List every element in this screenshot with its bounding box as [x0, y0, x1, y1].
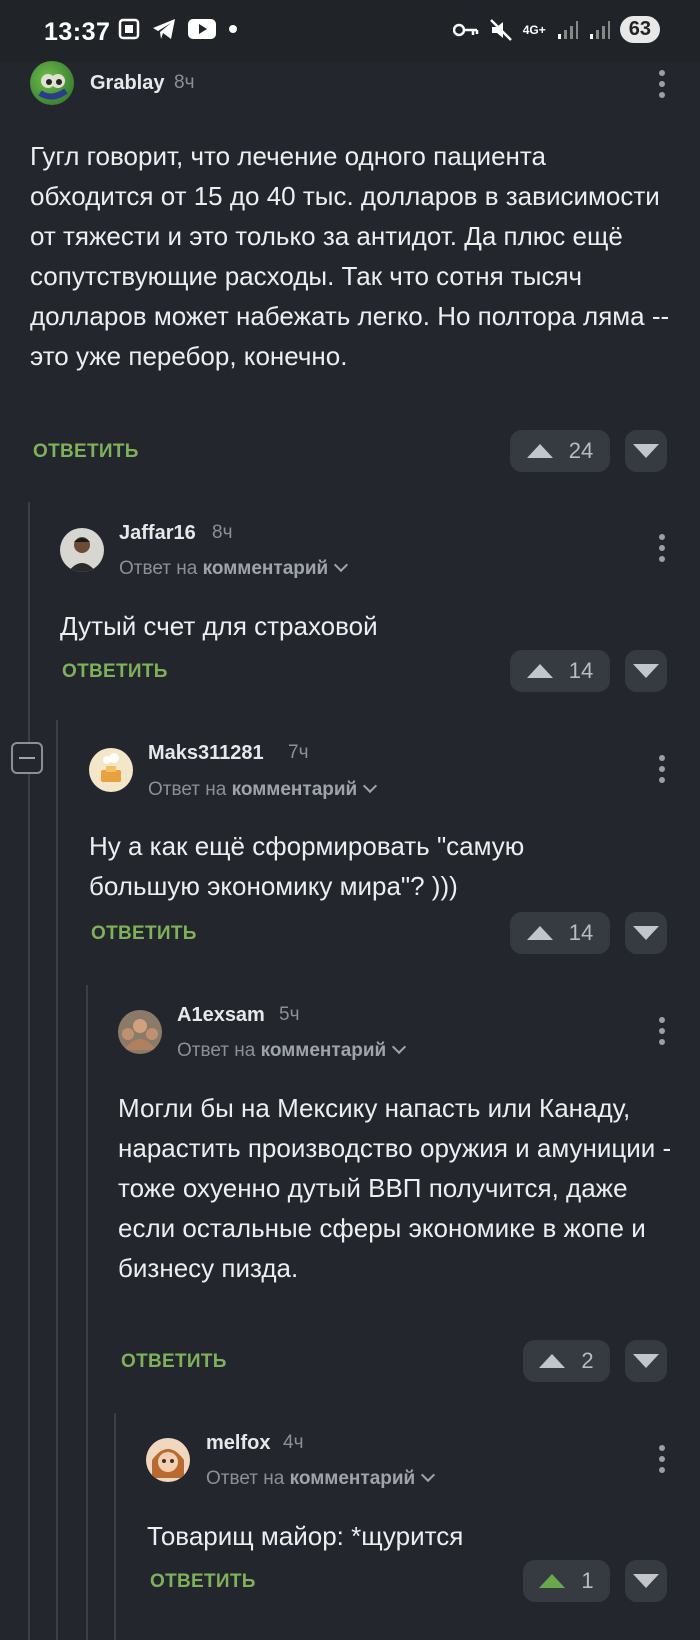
more-options-icon[interactable]	[658, 1445, 666, 1473]
reply-to-target: комментарий	[260, 1040, 387, 1061]
downvote-button[interactable]	[625, 650, 667, 692]
username[interactable]: melfox	[206, 1432, 270, 1455]
comment-text: Ну а как ещё сформировать "самую большую…	[89, 831, 525, 901]
reply-to-target: комментарий	[202, 558, 329, 579]
downvote-icon	[633, 444, 659, 458]
chevron-down-icon	[363, 778, 378, 794]
upvote-icon	[539, 1354, 566, 1368]
username[interactable]: Maks311281	[148, 742, 264, 765]
avatar[interactable]	[60, 528, 104, 572]
chevron-down-icon	[421, 1467, 436, 1483]
status-time: 13:37	[44, 18, 111, 46]
comment-text: Гугл говорит, что лечение одного пациент…	[30, 141, 670, 371]
youtube-icon	[188, 19, 216, 39]
upvote-button[interactable]: 14	[510, 912, 610, 954]
downvote-icon	[633, 1354, 659, 1368]
chevron-down-icon	[392, 1039, 407, 1055]
username[interactable]: A1exsam	[177, 1004, 265, 1027]
avatar[interactable]	[146, 1438, 190, 1482]
upvote-button[interactable]: 24	[510, 430, 610, 472]
avatar[interactable]	[30, 61, 74, 105]
downvote-icon	[633, 926, 659, 940]
reply-button[interactable]: ОТВЕТИТЬ	[121, 1351, 227, 1373]
avatar[interactable]	[118, 1010, 162, 1054]
reply-to-link[interactable]: Ответ на комментарий	[177, 1039, 407, 1062]
telegram-icon	[153, 19, 175, 39]
upvote-button[interactable]: 2	[523, 1340, 610, 1382]
more-options-icon[interactable]	[658, 755, 666, 783]
downvote-button[interactable]	[625, 1560, 667, 1602]
upvote-icon	[539, 1574, 566, 1588]
reply-button[interactable]: ОТВЕТИТЬ	[91, 923, 197, 945]
avatar[interactable]	[89, 748, 133, 792]
reply-to-link[interactable]: Ответ на комментарий	[148, 778, 378, 801]
upvote-icon	[526, 444, 553, 458]
thread-line[interactable]	[28, 502, 30, 1640]
notification-icons	[118, 18, 238, 40]
dot-icon	[229, 25, 237, 33]
system-icons: 4G+ 63	[452, 16, 660, 43]
reply-to-target: комментарий	[289, 1468, 416, 1489]
reply-button[interactable]: ОТВЕТИТЬ	[33, 441, 139, 463]
mute-icon	[489, 18, 512, 41]
comment-time: 4ч	[283, 1432, 304, 1453]
vote-count: 24	[568, 438, 594, 463]
reply-button[interactable]: ОТВЕТИТЬ	[150, 1571, 256, 1593]
comment-time: 5ч	[279, 1004, 300, 1025]
downvote-button[interactable]	[625, 1340, 667, 1382]
reply-to-prefix: Ответ на	[177, 1040, 256, 1061]
username[interactable]: Grablay	[90, 72, 164, 95]
more-options-icon[interactable]	[658, 1017, 666, 1045]
reply-to-prefix: Ответ на	[206, 1468, 285, 1489]
vote-count: 14	[568, 920, 594, 945]
key-icon	[452, 23, 478, 36]
reply-button[interactable]: ОТВЕТИТЬ	[62, 661, 168, 683]
more-options-icon[interactable]	[658, 70, 666, 98]
upvote-button[interactable]: 1	[523, 1560, 610, 1602]
downvote-icon	[633, 1574, 659, 1588]
battery-indicator: 63	[619, 16, 660, 43]
reply-to-prefix: Ответ на	[119, 558, 198, 579]
comment-text: Товарищ майор: *щурится	[147, 1521, 464, 1551]
vote-count: 14	[568, 658, 594, 683]
more-options-icon[interactable]	[658, 534, 666, 562]
signal-icon	[557, 20, 578, 39]
thread-line[interactable]	[56, 720, 58, 1640]
collapse-thread-button[interactable]	[11, 742, 43, 774]
reply-to-target: комментарий	[231, 779, 358, 800]
comment-time: 8ч	[212, 522, 233, 543]
vote-count: 2	[581, 1348, 594, 1373]
downvote-button[interactable]	[625, 912, 667, 954]
thread-line[interactable]	[86, 985, 88, 1640]
reply-to-link[interactable]: Ответ на комментарий	[119, 557, 349, 580]
comment-text: Дутый счет для страховой	[60, 611, 378, 641]
screen-record-icon	[118, 18, 140, 40]
vote-count: 1	[581, 1568, 594, 1593]
downvote-icon	[633, 664, 659, 678]
upvote-icon	[526, 926, 553, 940]
comment-text: Могли бы на Мексику напасть или Канаду, …	[118, 1093, 672, 1283]
reply-to-link[interactable]: Ответ на комментарий	[206, 1467, 436, 1490]
username[interactable]: Jaffar16	[119, 522, 196, 545]
reply-to-prefix: Ответ на	[148, 779, 227, 800]
downvote-button[interactable]	[625, 430, 667, 472]
comment-time: 8ч	[174, 72, 195, 93]
status-bar: 13:37 4G+ 63	[0, 0, 700, 62]
chevron-down-icon	[334, 557, 349, 573]
upvote-icon	[526, 664, 553, 678]
thread-line[interactable]	[114, 1413, 116, 1640]
signal-icon-2	[589, 20, 610, 39]
network-label: 4G+	[522, 22, 546, 37]
upvote-button[interactable]: 14	[510, 650, 610, 692]
comment-time: 7ч	[288, 742, 309, 763]
